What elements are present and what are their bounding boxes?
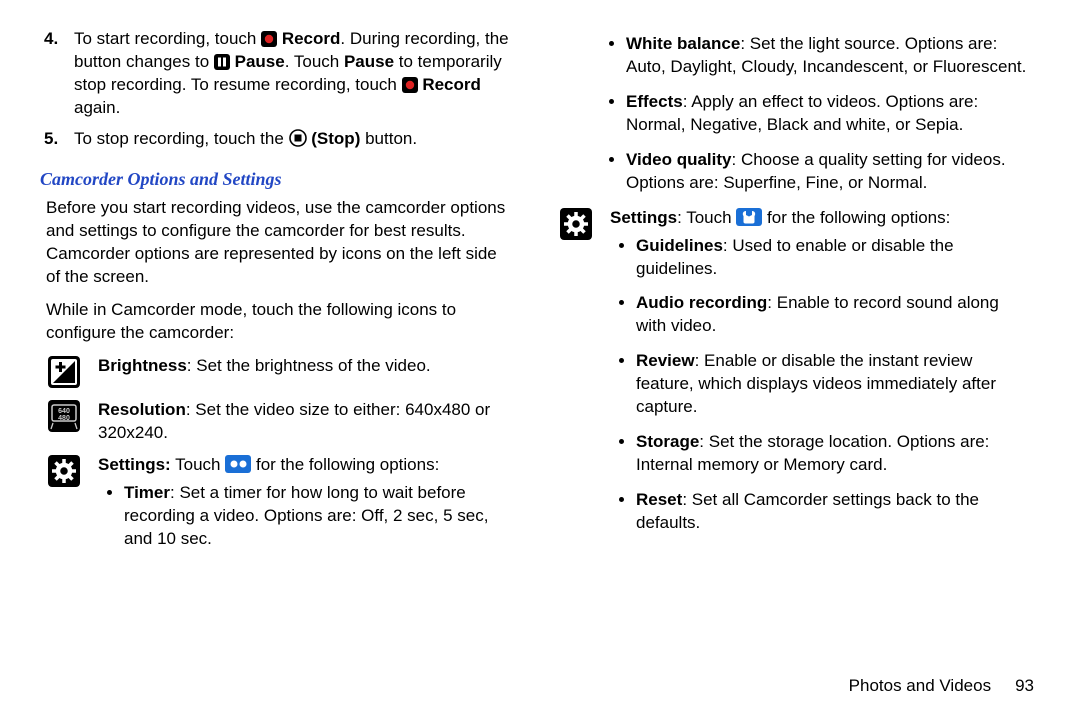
label: Effects [626,92,683,111]
stop-label: (Stop) [311,129,360,148]
item-storage: Storage: Set the storage location. Optio… [636,431,1028,477]
item-review: Review: Enable or disable the instant re… [636,350,1028,419]
left-column: 4. To start recording, touch Record. Dur… [40,28,510,567]
label: Review [636,351,695,370]
item-timer: Timer: Set a timer for how long to wait … [124,482,510,551]
label: Settings: [98,455,171,474]
label: Storage [636,432,699,451]
pause-icon [214,54,230,70]
label: Timer [124,483,170,502]
footer-page-number: 93 [1015,675,1034,698]
gear-icon [559,207,593,241]
text: again. [74,98,120,117]
text: for the following options: [256,455,439,474]
item-effects: Effects: Apply an effect to videos. Opti… [626,91,1028,137]
label: Reset [636,490,682,509]
intro-paragraph-2: While in Camcorder mode, touch the follo… [40,299,510,345]
item-white-balance: White balance: Set the light source. Opt… [626,33,1028,79]
item-brightness: Brightness: Set the brightness of the vi… [40,355,510,389]
record-icon [402,77,418,93]
item-resolution: 640480 Resolution: Set the video size to… [40,399,510,445]
record-icon [261,31,277,47]
record-label: Record [282,29,341,48]
item-reset: Reset: Set all Camcorder settings back t… [636,489,1028,535]
step-4: 4. To start recording, touch Record. Dur… [40,28,510,120]
text: for the following options: [767,208,950,227]
wrench-icon [736,208,762,226]
right-bullets-upper: White balance: Set the light source. Opt… [558,33,1028,195]
step-text: To start recording, touch Record. During… [74,28,510,120]
svg-text:480: 480 [58,415,70,422]
brightness-icon [47,355,81,389]
item-text: Settings: Touch for the following option… [610,207,1028,547]
svg-text:640: 640 [58,408,70,415]
desc: : Set all Camcorder settings back to the… [636,490,979,532]
item-settings: Settings: Touch for the following option… [40,454,510,563]
gear-icon [47,454,81,488]
step-5: 5. To stop recording, touch the (Stop) b… [40,128,510,151]
text: : Touch [677,208,736,227]
label: Settings [610,208,677,227]
step-number: 5. [40,128,74,151]
page-footer: Photos and Videos 93 [849,675,1034,698]
item-guidelines: Guidelines: Used to enable or disable th… [636,235,1028,281]
right-column: White balance: Set the light source. Opt… [558,28,1028,567]
label: White balance [626,34,740,53]
label: Resolution [98,400,186,419]
item-text: Resolution: Set the video size to either… [98,399,510,445]
resolution-icon: 640480 [47,399,81,433]
sub-bullets: Guidelines: Used to enable or disable th… [610,235,1028,535]
text: To stop recording, touch the [74,129,289,148]
desc: : Set the brightness of the video. [187,356,431,375]
text: Touch [171,455,226,474]
step-number: 4. [40,28,74,120]
item-text: Settings: Touch for the following option… [98,454,510,563]
item-audio-recording: Audio recording: Enable to record sound … [636,292,1028,338]
item-settings-right: Settings: Touch for the following option… [558,207,1028,547]
intro-paragraph: Before you start recording videos, use t… [40,197,510,289]
item-text: Brightness: Set the brightness of the vi… [98,355,510,389]
label: Audio recording [636,293,767,312]
label: Brightness [98,356,187,375]
pause-bold: Pause [344,52,394,71]
text: . Touch [285,52,344,71]
item-video-quality: Video quality: Choose a quality setting … [626,149,1028,195]
text: To start recording, touch [74,29,261,48]
label: Video quality [626,150,732,169]
footer-section: Photos and Videos [849,675,991,698]
sub-bullets: Timer: Set a timer for how long to wait … [98,482,510,551]
text: button. [360,129,417,148]
record-label: Record [422,75,481,94]
pause-label: Pause [235,52,285,71]
step-text: To stop recording, touch the (Stop) butt… [74,128,510,151]
section-heading: Camcorder Options and Settings [40,167,510,191]
desc: : Set a timer for how long to wait befor… [124,483,488,548]
camcorder-icon [225,455,251,473]
label: Guidelines [636,236,723,255]
stop-icon [289,129,307,147]
